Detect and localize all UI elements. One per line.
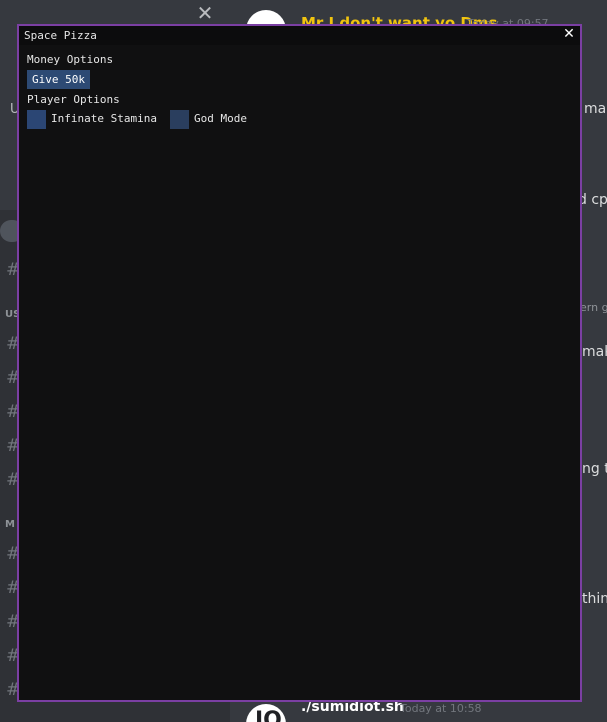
infinite-stamina-checkbox[interactable] [27, 110, 46, 129]
message-text-fragment: ng t [582, 461, 607, 477]
infinite-stamina-label: Infinate Stamina [51, 112, 157, 125]
close-icon[interactable]: ✕ [562, 26, 576, 43]
window-titlebar[interactable]: Space Pizza ✕ [19, 26, 580, 45]
message-text-fragment: d cpp [578, 192, 607, 208]
message-text-fragment: thin [582, 591, 607, 607]
avatar-initials: IO [255, 708, 282, 722]
god-mode-checkbox[interactable] [170, 110, 189, 129]
message-text-fragment: ma [584, 101, 607, 117]
god-mode-label: God Mode [194, 112, 247, 125]
window-title: Space Pizza [24, 29, 97, 42]
category-label: M [5, 519, 15, 530]
player-options-label: Player Options [27, 93, 120, 106]
message-text-fragment: ern g [580, 301, 607, 314]
give-50k-button[interactable]: Give 50k [27, 70, 90, 89]
message-timestamp: Today at 10:58 [400, 702, 482, 715]
overlay-window[interactable]: Space Pizza ✕ Money Options Give 50k Pla… [17, 24, 582, 702]
close-icon[interactable]: ✕ [196, 3, 214, 23]
message-text-fragment: maki [582, 344, 607, 360]
money-options-label: Money Options [27, 53, 114, 66]
